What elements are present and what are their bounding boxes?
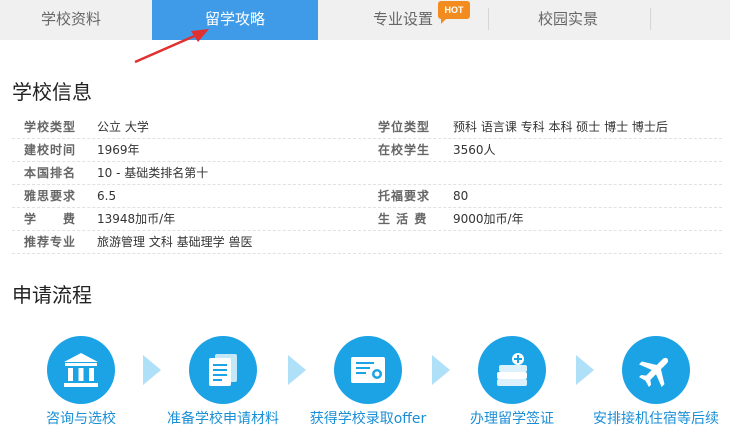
tab-bar: 学校资料 留学攻略 专业设置 校园实景 HOT [0,0,730,40]
tab-campus-view[interactable]: 校园实景 [488,0,648,40]
info-label: 学位类型 [378,120,431,134]
certificate-icon [334,336,402,404]
documents-icon [189,336,257,404]
info-value: 6.5 [97,189,117,203]
tab-divider [488,8,489,30]
process-step-label: 安排接机住宿等后续 [593,411,719,427]
info-label: 生 活 费 [378,212,428,226]
tab-divider [650,8,651,30]
school-info-table: 学校类型 公立 大学 学位类型 预科 语言课 专科 本科 硕士 博士 博士后 建… [12,116,722,254]
process-step-label: 办理留学签证 [470,411,554,427]
info-row: 雅思要求 6.5 托福要求 80 [12,185,722,208]
info-value: 10 - 基础类排名第十 [97,166,209,180]
process-step-label: 准备学校申请材料 [167,411,279,427]
info-label: 在校学生 [378,143,431,157]
info-label: 雅思要求 [24,189,77,203]
airplane-icon [622,336,690,404]
chevron-right-icon [432,355,450,385]
info-value: 80 [453,189,469,203]
school-info-title: 学校信息 [12,80,92,104]
passport-icon [478,336,546,404]
bank-icon [47,336,115,404]
info-value: 13948加币/年 [97,212,176,226]
chevron-right-icon [143,355,161,385]
info-row: 本国排名 10 - 基础类排名第十 [12,162,722,185]
info-row: 学 费 13948加币/年 生 活 费 9000加币/年 [12,208,722,231]
process-step-label: 咨询与选校 [46,411,116,427]
info-row: 建校时间 1969年 在校学生 3560人 [12,139,722,162]
info-label: 推荐专业 [24,235,77,249]
annotation-arrow-icon [134,29,209,64]
tab-school-profile[interactable]: 学校资料 [0,0,142,40]
info-label: 建校时间 [24,143,77,157]
process-title: 申请流程 [12,283,92,307]
info-row: 学校类型 公立 大学 学位类型 预科 语言课 专科 本科 硕士 博士 博士后 [12,116,722,139]
info-label: 本国排名 [24,166,77,180]
info-value: 3560人 [453,143,496,157]
info-label: 学 费 [24,212,77,226]
info-label: 学校类型 [24,120,77,134]
info-value: 旅游管理 文科 基础理学 兽医 [97,235,253,249]
info-value: 9000加币/年 [453,212,524,226]
info-row: 推荐专业 旅游管理 文科 基础理学 兽医 [12,231,722,254]
chevron-right-icon [576,355,594,385]
chevron-right-icon [288,355,306,385]
info-value: 预科 语言课 专科 本科 硕士 博士 博士后 [453,120,668,134]
info-label: 托福要求 [378,189,431,203]
process-step-label: 获得学校录取offer [309,411,427,427]
process-steps: 咨询与选校 准备学校申请材料 获得学校录取offer 办理留学签证 安排接机住宿… [0,330,730,440]
hot-badge: HOT [438,1,470,24]
info-value: 公立 大学 [97,120,149,134]
info-value: 1969年 [97,143,140,157]
